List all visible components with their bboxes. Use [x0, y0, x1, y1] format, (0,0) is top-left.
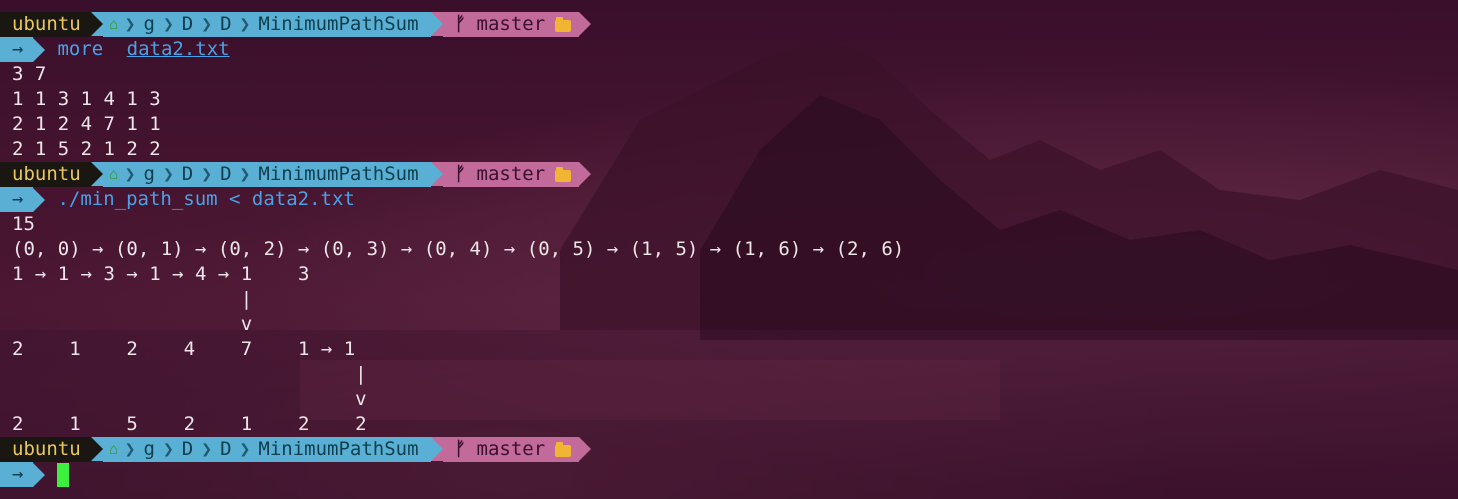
chevron-right-icon: ❯ [239, 164, 251, 185]
output-line: 2 1 2 4 7 1 1 [12, 113, 161, 135]
folder-icon [555, 16, 572, 32]
path-crumb: g [143, 163, 155, 185]
chevron-right-icon: ❯ [162, 439, 174, 460]
prompt-git: ᚠ master [442, 12, 580, 37]
prompt-user: ubuntu [0, 162, 91, 187]
git-branch-name: master [476, 438, 546, 460]
chevron-right-icon: ❯ [239, 14, 251, 35]
chevron-right-icon: ❯ [239, 439, 251, 460]
prompt-git: ᚠ master [442, 162, 580, 187]
output-line: 2 1 5 2 1 2 2 [12, 413, 367, 435]
chevron-right-icon: ❯ [201, 14, 213, 35]
path-crumb: g [143, 438, 155, 460]
path-crumb: MinimumPathSum [258, 13, 419, 35]
home-icon: ⌂ [109, 165, 119, 183]
command-line: → ./min_path_sum < data2.txt [0, 187, 1458, 212]
git-branch-icon: ᚠ [454, 163, 466, 185]
output-line: | [12, 288, 253, 310]
path-crumb: D [220, 163, 232, 185]
command-line[interactable]: → [0, 462, 1458, 487]
command-text: more [57, 38, 104, 60]
command-line: → more data2.txt [0, 37, 1458, 62]
prompt-line: ubuntu ⌂ ❯ g ❯ D ❯ D ❯ MinimumPathSum ᚠ … [0, 162, 1458, 187]
output-line: 2 1 5 2 1 2 2 [12, 138, 161, 160]
chevron-right-icon: ❯ [124, 164, 136, 185]
chevron-right-icon: ❯ [124, 14, 136, 35]
output-line: 3 7 [12, 63, 47, 85]
path-crumb: D [181, 163, 194, 185]
command-file-link[interactable]: data2.txt [127, 37, 230, 62]
path-crumb: D [181, 13, 194, 35]
path-crumb: D [181, 438, 194, 460]
path-crumb: D [220, 438, 232, 460]
prompt-line: ubuntu ⌂ ❯ g ❯ D ❯ D ❯ MinimumPathSum ᚠ … [0, 12, 1458, 37]
output-line: 1 1 3 1 4 1 3 [12, 88, 161, 110]
path-crumb: MinimumPathSum [258, 438, 419, 460]
prompt-path: ⌂ ❯ g ❯ D ❯ D ❯ MinimumPathSum [102, 162, 431, 187]
output-line: v [12, 388, 367, 410]
folder-icon [555, 441, 572, 457]
text-cursor[interactable] [57, 462, 70, 487]
chevron-right-icon: ❯ [162, 14, 174, 35]
output-line: (0, 0) → (0, 1) → (0, 2) → (0, 3) → (0, … [12, 238, 905, 260]
prompt-path: ⌂ ❯ g ❯ D ❯ D ❯ MinimumPathSum [102, 12, 431, 37]
terminal[interactable]: ubuntu ⌂ ❯ g ❯ D ❯ D ❯ MinimumPathSum ᚠ … [0, 12, 1458, 487]
prompt-user: ubuntu [0, 12, 91, 37]
git-branch-name: master [476, 13, 546, 35]
folder-icon [555, 166, 572, 182]
prompt-path: ⌂ ❯ g ❯ D ❯ D ❯ MinimumPathSum [102, 437, 431, 462]
path-crumb: MinimumPathSum [258, 163, 419, 185]
chevron-right-icon: ❯ [201, 439, 213, 460]
home-icon: ⌂ [109, 440, 119, 458]
chevron-right-icon: ❯ [124, 439, 136, 460]
output-line: v [12, 313, 253, 335]
home-icon: ⌂ [109, 15, 119, 33]
command-text: ./min_path_sum < data2.txt [57, 188, 355, 210]
output-line: 2 1 2 4 7 1 → 1 [12, 338, 356, 360]
prompt-line: ubuntu ⌂ ❯ g ❯ D ❯ D ❯ MinimumPathSum ᚠ … [0, 437, 1458, 462]
chevron-right-icon: ❯ [162, 164, 174, 185]
prompt-arrow: → [0, 37, 34, 62]
prompt-user: ubuntu [0, 437, 91, 462]
output-line: 15 [12, 213, 35, 235]
prompt-git: ᚠ master [442, 437, 580, 462]
chevron-right-icon: ❯ [201, 164, 213, 185]
path-crumb: g [143, 13, 155, 35]
prompt-arrow: → [0, 187, 34, 212]
git-branch-name: master [476, 163, 546, 185]
git-branch-icon: ᚠ [454, 438, 466, 460]
path-crumb: D [220, 13, 232, 35]
output-line: | [12, 363, 367, 385]
prompt-arrow: → [0, 462, 34, 487]
output-line: 1 → 1 → 3 → 1 → 4 → 1 3 [12, 263, 310, 285]
git-branch-icon: ᚠ [454, 13, 466, 35]
